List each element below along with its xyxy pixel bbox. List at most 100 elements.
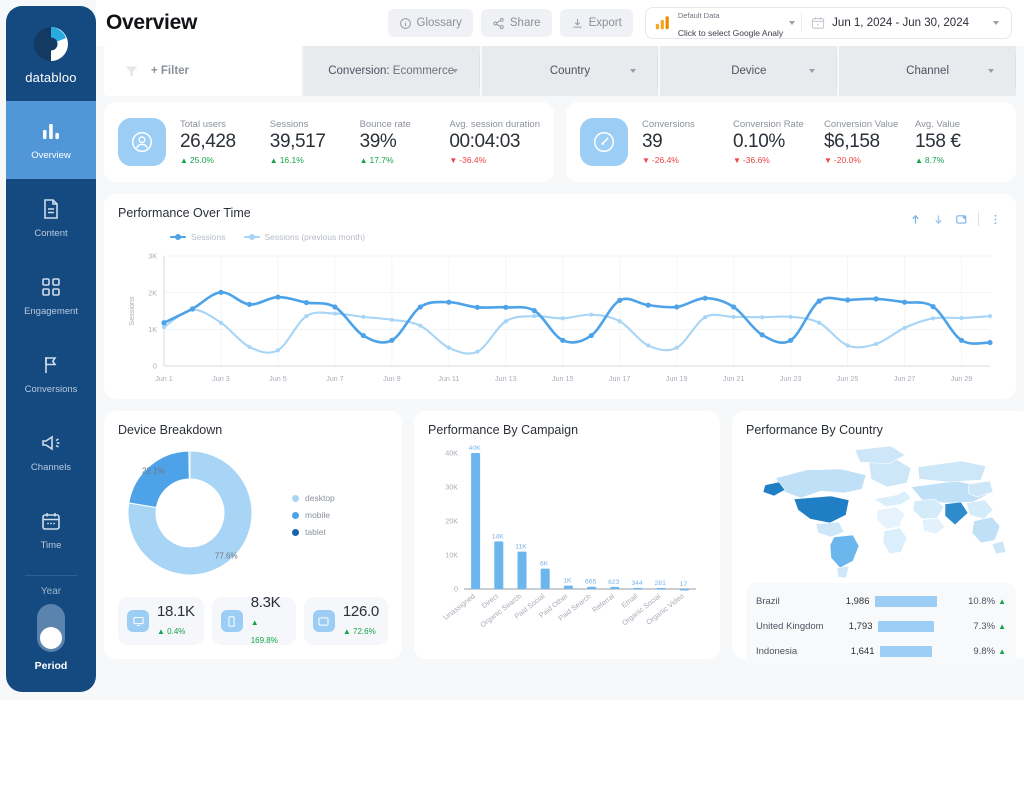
chevron-down-icon[interactable] — [451, 69, 458, 73]
download-icon — [571, 17, 584, 30]
sidebar-item-engagement[interactable]: Engagement — [6, 257, 96, 335]
sidebar-divider — [25, 575, 77, 576]
share-button[interactable]: Share — [480, 9, 552, 37]
kpi-conversions: Conversions 39 ▼ -26.4% — [642, 119, 729, 165]
document-icon — [39, 197, 63, 221]
kpi-delta-value: -36.4% — [459, 155, 487, 165]
kpi-label: Bounce rate — [359, 119, 411, 130]
device-delta: ▲ 169.8% — [250, 618, 278, 645]
arrow-up-icon[interactable] — [909, 213, 922, 226]
filter-dimension: Conversion: — [328, 65, 390, 77]
speedometer-icon — [580, 118, 628, 166]
export-button[interactable]: Export — [559, 9, 633, 37]
chevron-down-icon[interactable] — [809, 69, 816, 73]
device-value: 8.3K — [250, 594, 281, 611]
kpi-delta: ▼ -36.6% — [733, 155, 770, 165]
calendar-icon — [39, 509, 63, 533]
device-metric-desktop: 18.1K ▲ 0.4% — [118, 597, 204, 645]
kpi-label: Sessions — [269, 119, 309, 130]
world-map — [762, 445, 1007, 579]
glossary-button[interactable]: Glossary — [387, 9, 473, 37]
date-range-value[interactable]: Jun 1, 2024 - Jun 30, 2024 — [832, 17, 969, 29]
legend-label: Sessions (previous month) — [264, 232, 366, 242]
sidebar-item-overview[interactable]: Overview — [6, 101, 96, 179]
svg-text:344: 344 — [631, 580, 643, 587]
svg-text:665: 665 — [585, 579, 597, 586]
device-metric-text: 8.3K ▲ 169.8% — [251, 594, 287, 648]
grid-icon — [39, 275, 63, 299]
svg-text:11K: 11K — [515, 544, 527, 551]
kpi-delta-value: 16.1% — [279, 155, 304, 165]
device-metric-text: 126.0 ▲ 72.6% — [343, 603, 379, 639]
export-image-icon[interactable] — [955, 213, 968, 226]
svg-text:Jun 9: Jun 9 — [383, 374, 401, 383]
donut-area: 77.6% 22.1% desktop mobile tablet — [118, 441, 388, 589]
year-period-toggle[interactable] — [37, 604, 65, 652]
export-label: Export — [588, 17, 622, 29]
filter-channel[interactable]: Channel — [839, 46, 1016, 96]
country-name: Indonesia — [756, 646, 798, 657]
kpi-delta: ▲ 16.1% — [269, 155, 304, 165]
performance-by-campaign-card: Performance By Campaign 0 10K 20K 30K 40K 40K… — [414, 411, 720, 659]
sidebar-item-channels[interactable]: Channels — [6, 413, 96, 491]
kpi-conversion-value: Conversion Value $6,158 ▼ -20.0% — [824, 119, 911, 165]
kpi-label: Conversion Rate — [733, 119, 804, 130]
svg-text:10K: 10K — [445, 551, 458, 560]
performance-over-time-card: Performance Over Time Sessions Sessions … — [104, 194, 1016, 399]
filter-country[interactable]: Country — [481, 46, 659, 96]
chevron-down-icon[interactable] — [987, 69, 994, 73]
kpi-value: 26,428 — [180, 131, 236, 152]
bottom-row: Device Breakdown 77.6% 22.1% desktop mobi… — [104, 411, 1024, 670]
kpi-avg-session-duration: Avg. session duration 00:04:03 ▼ -36.4% — [449, 119, 540, 165]
tablet-icon — [312, 610, 335, 632]
filter-device[interactable]: Device — [660, 46, 838, 96]
kpi-value: 39 — [642, 131, 663, 152]
country-value: 1,641 — [850, 646, 875, 657]
legend-swatch — [292, 528, 299, 536]
svg-text:Jun 19: Jun 19 — [666, 374, 688, 383]
device-metric-text: 18.1K ▲ 0.4% — [157, 603, 195, 639]
kpi-delta-value: -20.0% — [833, 155, 861, 165]
table-row[interactable]: Brazil 1,986 10.8% ▲ — [756, 589, 1006, 614]
kpi-delta: ▲ 25.0% — [180, 155, 215, 165]
chevron-down-icon[interactable] — [630, 69, 637, 73]
info-icon — [399, 17, 412, 30]
sidebar-item-label: Content — [34, 228, 68, 239]
sidebar-item-time[interactable]: Time — [6, 491, 96, 569]
country-bar — [877, 621, 934, 632]
kpi-label: Conversion Value — [824, 119, 899, 130]
kpi-delta: ▼ -36.4% — [449, 155, 487, 165]
kpi-delta-value: -36.6% — [742, 155, 770, 165]
svg-text:Jun 25: Jun 25 — [837, 374, 859, 383]
table-row[interactable]: United Kingdom 1,793 7.3% ▲ — [756, 614, 1006, 639]
more-vertical-icon[interactable] — [989, 213, 1002, 226]
chevron-down-icon[interactable] — [789, 21, 796, 25]
sidebar-item-content[interactable]: Content — [6, 179, 96, 257]
filter-conversion[interactable]: Conversion: Ecommerce — [302, 46, 480, 96]
svg-text:0: 0 — [153, 362, 157, 371]
chevron-down-icon[interactable] — [993, 21, 999, 25]
data-source-selector[interactable]: Default Data Click to select Google Anal… — [644, 7, 1012, 39]
kpi-value: 00:04:03 — [449, 131, 521, 152]
add-filter-button[interactable]: + Filter — [104, 46, 301, 96]
country-bar — [874, 596, 937, 607]
legend-swatch — [292, 511, 299, 519]
kpi-value: $6,158 — [824, 131, 880, 152]
sidebar-item-label: Engagement — [24, 306, 78, 317]
country-table: Brazil 1,986 10.8% ▲ United Kingdom 1,793… — [746, 583, 1016, 670]
toggle-bottom-label: Period — [34, 660, 68, 672]
filter-value: Ecommerce — [392, 65, 455, 77]
table-row[interactable]: Indonesia 1,641 9.8% ▲ — [756, 639, 1006, 664]
arrow-down-icon[interactable] — [932, 213, 945, 226]
glossary-label: Glossary — [416, 17, 462, 29]
calendar-icon — [810, 15, 826, 31]
line-chart: 0 1K 2K 3K Sessions Jun 1 Jun 3 Jun 5 Jun 7 Jun 9… — [127, 252, 993, 383]
kpi-bounce-rate: Bounce rate 39% ▲ 17.7% — [360, 119, 446, 165]
data-source-line2: Click to select Google Analy — [677, 28, 784, 38]
legend-item-tablet: tablet — [292, 527, 335, 537]
card-title: Performance Over Time — [118, 206, 251, 220]
sidebar-item-conversions[interactable]: Conversions — [6, 335, 96, 413]
country-value: 1,793 — [848, 621, 873, 632]
kpi-sessions: Sessions 39,517 ▲ 16.1% — [270, 119, 356, 165]
filter-dimension: Channel — [906, 65, 949, 77]
